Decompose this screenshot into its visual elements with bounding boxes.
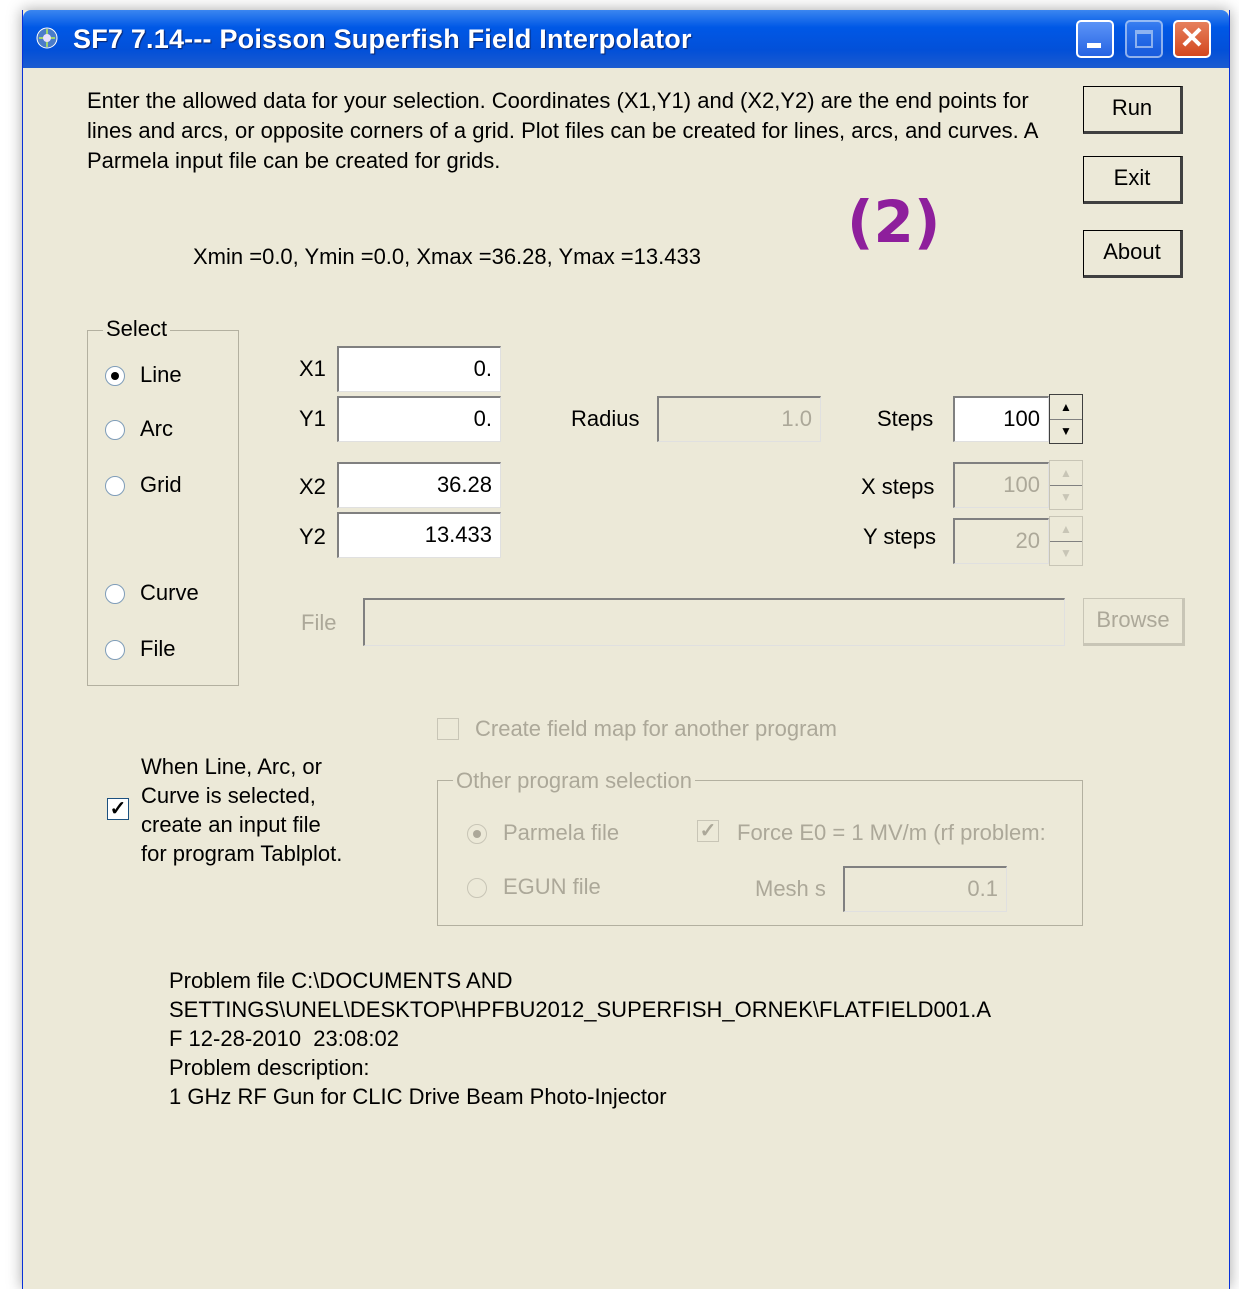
steps-label: Steps [877,406,934,431]
maximize-button[interactable] [1125,20,1163,58]
tablplot-label: When Line, Arc, or Curve is selected, cr… [141,754,343,866]
spin-down-icon[interactable]: ▼ [1050,541,1082,565]
radio-egun[interactable] [467,878,487,898]
radio-grid[interactable] [105,476,125,496]
steps-spinner[interactable]: ▲ ▼ [1049,394,1083,444]
instructions-text: Enter the allowed data for your selectio… [87,88,1038,173]
x-steps-label: X steps [861,474,935,499]
browse-button[interactable]: Browse [1083,598,1185,646]
minimize-button[interactable] [1076,20,1114,58]
force-e0-checkbox[interactable]: ✓ [697,820,719,842]
close-button[interactable]: ✕ [1173,20,1211,58]
x-steps-spinner[interactable]: ▲ ▼ [1049,460,1083,510]
x2-label: X2 [299,474,326,499]
bounds-text: Xmin =0.0, Ymin =0.0, Xmax =36.28, Ymax … [193,244,701,269]
radio-line-label[interactable]: Line [140,362,182,388]
y1-label: Y1 [299,406,326,431]
y-steps-label: Y steps [863,524,936,549]
egun-label[interactable]: EGUN file [503,874,601,900]
radio-parmela[interactable] [467,824,487,844]
x-steps-input[interactable]: 100 [953,462,1049,508]
annotation-label: (2) [847,188,941,256]
file-label: File [301,610,337,635]
window-title: SF7 7.14--- Poisson Superfish Field Inte… [73,24,692,54]
run-button[interactable]: Run [1083,86,1183,134]
dialog-window: SF7 7.14--- Poisson Superfish Field Inte… [22,10,1230,1289]
spin-up-icon[interactable]: ▲ [1050,461,1082,486]
y2-label: Y2 [299,524,326,549]
radius-label: Radius [571,406,640,431]
radio-curve[interactable] [105,584,125,604]
tablplot-checkbox[interactable]: ✓ [107,798,129,820]
radio-curve-label[interactable]: Curve [140,580,199,606]
radio-line[interactable] [105,366,125,386]
exit-button[interactable]: Exit [1083,156,1183,204]
maximize-icon [1135,30,1153,48]
mesh-input[interactable]: 0.1 [843,866,1007,912]
about-button[interactable]: About [1083,230,1183,278]
field-map-label: Create field map for another program [475,716,837,741]
y1-input[interactable]: 0. [337,396,501,442]
other-program-label: Other program selection [453,768,695,794]
radio-file-label[interactable]: File [140,636,175,662]
radius-input[interactable]: 1.0 [657,396,821,442]
y-steps-input[interactable]: 20 [953,518,1049,564]
mesh-label: Mesh s [755,876,826,901]
x1-input[interactable]: 0. [337,346,501,392]
radio-file[interactable] [105,640,125,660]
minimize-icon [1087,43,1101,48]
field-map-checkbox[interactable] [437,718,459,740]
steps-input[interactable]: 100 [953,396,1049,442]
radio-arc-label[interactable]: Arc [140,416,173,442]
close-icon: ✕ [1179,22,1205,55]
spin-down-icon[interactable]: ▼ [1050,485,1082,509]
spin-up-icon[interactable]: ▲ [1050,517,1082,542]
radio-arc[interactable] [105,420,125,440]
parmela-label[interactable]: Parmela file [503,820,619,846]
y-steps-spinner[interactable]: ▲ ▼ [1049,516,1083,566]
x1-label: X1 [299,356,326,381]
force-e0-label: Force E0 = 1 MV/m (rf problem: [737,820,1046,845]
radio-grid-label[interactable]: Grid [140,472,182,498]
x2-input[interactable]: 36.28 [337,462,501,508]
select-group-label: Select [103,316,171,342]
y2-input[interactable]: 13.433 [337,512,501,558]
problem-info-text: Problem file C:\DOCUMENTS AND SETTINGS\U… [169,968,991,1109]
spin-up-icon[interactable]: ▲ [1050,395,1082,420]
app-icon [36,27,58,49]
spin-down-icon[interactable]: ▼ [1050,419,1082,443]
title-bar[interactable]: SF7 7.14--- Poisson Superfish Field Inte… [23,10,1229,68]
file-input[interactable] [363,598,1065,646]
